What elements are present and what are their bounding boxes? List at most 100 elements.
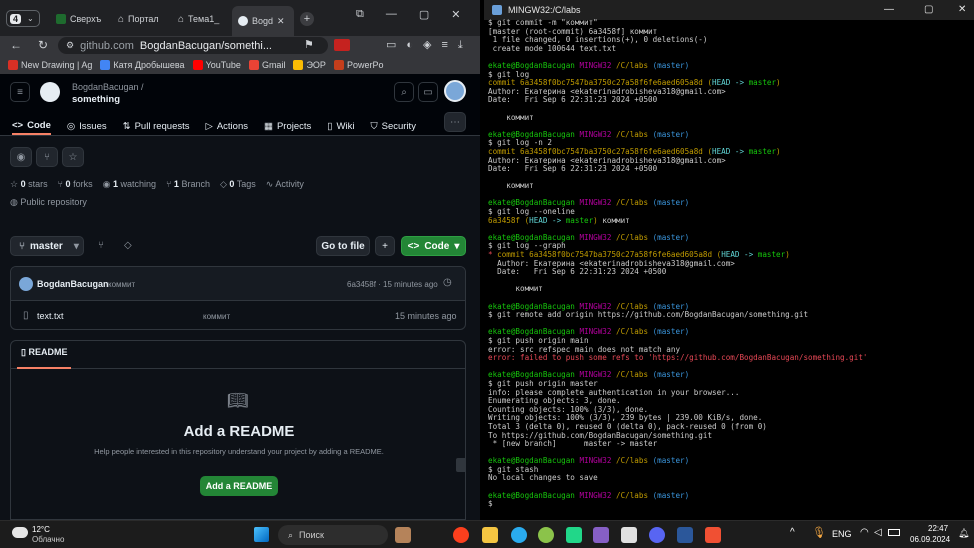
tab-issues[interactable]: ◎ Issues xyxy=(67,117,107,135)
tab-actions[interactable]: ▷ Actions xyxy=(206,117,248,135)
terminal-output[interactable]: $ git commit -m "коммит" [master (root-co… xyxy=(488,18,970,509)
star-button[interactable]: ☆ xyxy=(62,147,84,167)
tab-projects[interactable]: ▦ Projects xyxy=(264,117,311,135)
discord-icon[interactable] xyxy=(649,527,665,543)
volume-icon[interactable]: ◁ xyxy=(874,527,882,538)
fork-button[interactable]: ⑂ xyxy=(36,147,58,167)
table-row[interactable]: ▯ text.txt коммит 15 minutes ago xyxy=(11,301,465,329)
tab-4-active[interactable]: Bogd ✕ xyxy=(232,6,294,36)
site-info-icon[interactable]: ⚙ xyxy=(66,40,74,51)
clock-date[interactable]: 06.09.2024 xyxy=(910,535,950,544)
file-explorer-icon[interactable] xyxy=(482,527,498,543)
minimize-icon[interactable]: — xyxy=(386,8,397,21)
bookmark-new-drawing[interactable]: New Drawing | Ag xyxy=(8,60,92,70)
weather-desc[interactable]: Облачно xyxy=(32,535,64,544)
notification-icon[interactable]: 🔔︎ xyxy=(958,528,969,539)
maximize-icon[interactable]: ▢ xyxy=(924,4,933,15)
file-commit-message[interactable]: коммит xyxy=(203,312,230,321)
code-icon: <> xyxy=(12,119,24,131)
translate-icon[interactable] xyxy=(334,39,350,51)
pin-icon[interactable]: ⧉ xyxy=(356,8,364,21)
tags-icon[interactable]: ◇ xyxy=(124,240,132,251)
word-icon[interactable] xyxy=(677,527,693,543)
forks-stat[interactable]: ⑂ 0 forks xyxy=(58,179,93,190)
tags-stat[interactable]: ◇ 0 Tags xyxy=(220,179,256,190)
watching-stat[interactable]: ◉ 1 watching xyxy=(103,179,156,190)
yandex-icon[interactable] xyxy=(453,527,469,543)
bookmark-gmail[interactable]: Gmail xyxy=(248,60,285,70)
tray-chevron-icon[interactable]: ^ xyxy=(790,527,795,538)
readme-box: ▯ README 📖︎ Add a README Help people int… xyxy=(10,340,466,520)
visual-studio-icon[interactable] xyxy=(593,527,609,543)
add-readme-button[interactable]: Add a README xyxy=(200,476,278,496)
bookmark-youtube[interactable]: YouTube xyxy=(192,60,241,70)
search-box[interactable]: ⌕ Поиск xyxy=(278,525,388,545)
branch-stat[interactable]: ⑂ 1 Branch xyxy=(166,179,210,190)
maximize-icon[interactable]: ▢ xyxy=(419,8,429,21)
weather-icon[interactable] xyxy=(12,527,28,538)
terminal-line: коммит xyxy=(488,285,970,294)
reload-icon[interactable]: ↻ xyxy=(38,38,48,52)
repo-owner[interactable]: BogdanBacugan / xyxy=(72,82,144,92)
roblox-icon[interactable] xyxy=(621,527,637,543)
battery-icon[interactable] xyxy=(888,529,900,536)
clock-time[interactable]: 22:47 xyxy=(928,524,948,533)
commit-hash-time[interactable]: 6a3458f · 15 minutes ago xyxy=(347,280,438,289)
bookmark-powerpoint[interactable]: PowerPo xyxy=(333,60,383,70)
bookmark-icon[interactable]: ⚑ xyxy=(304,38,314,51)
goto-file-button[interactable]: Go to file xyxy=(316,236,370,256)
microphone-icon[interactable]: 🎙︎ xyxy=(812,526,826,539)
extension-icons[interactable]: ▭◐◈≡⤓ xyxy=(386,38,473,52)
start-icon[interactable] xyxy=(254,527,269,542)
file-name[interactable]: text.txt xyxy=(37,311,64,321)
address-bar[interactable]: ⚙ github.com BogdanBacugan/somethi... xyxy=(58,37,328,54)
terminal-window[interactable]: MINGW32:/C/labs — ▢ ✕ $ git commit -m "к… xyxy=(484,0,974,520)
back-icon[interactable]: ← xyxy=(10,38,22,52)
add-file-button[interactable]: + xyxy=(375,236,395,256)
search-button[interactable]: ⌕ xyxy=(394,82,414,102)
new-tab-button[interactable]: + xyxy=(300,12,314,26)
minimize-icon[interactable]: — xyxy=(884,4,894,15)
terminal-text: (master) xyxy=(652,129,690,139)
stars-stat[interactable]: ☆ 0 stars xyxy=(10,179,48,190)
inbox-button[interactable]: ▭ xyxy=(418,82,438,102)
tab-counter[interactable]: 4 ⌄ xyxy=(6,10,40,27)
bookmark-katya[interactable]: Катя Дробышева xyxy=(100,60,185,70)
tab-1[interactable]: Сверхъ xyxy=(56,8,108,30)
branches-icon[interactable]: ⑂ xyxy=(98,240,104,251)
tab-3[interactable]: ⌂ Тема1_ xyxy=(178,8,228,30)
weather-temp[interactable]: 12°C xyxy=(32,525,50,534)
tab-wiki[interactable]: ▯ Wiki xyxy=(327,117,354,135)
watch-button[interactable]: ◉ xyxy=(10,147,32,167)
history-icon[interactable]: ◷ xyxy=(443,277,452,288)
resize-icon[interactable] xyxy=(456,458,465,472)
pycharm-icon[interactable] xyxy=(566,527,582,543)
close-window-icon[interactable]: ✕ xyxy=(451,8,460,21)
telegram-icon[interactable] xyxy=(511,527,527,543)
avatar[interactable] xyxy=(444,80,466,102)
more-nav-button[interactable]: ⋯ xyxy=(444,112,466,132)
wifi-icon[interactable]: ◠ xyxy=(860,527,869,538)
language-indicator[interactable]: ENG xyxy=(832,529,852,539)
tab-2[interactable]: ⌂ Портал xyxy=(118,8,168,30)
activity-link[interactable]: ∿ Activity xyxy=(266,179,304,190)
tab-readme[interactable]: ▯ README xyxy=(17,347,72,369)
git-bash-icon[interactable] xyxy=(705,527,721,543)
code-button[interactable]: <> Code ▾ xyxy=(401,236,466,256)
close-icon[interactable]: ✕ xyxy=(958,4,966,15)
app-icon[interactable] xyxy=(538,527,554,543)
commit-message[interactable]: коммит xyxy=(108,280,135,289)
tab-count: 4 xyxy=(10,13,22,24)
tab-code[interactable]: <> Code xyxy=(12,117,51,135)
github-logo-icon[interactable] xyxy=(40,82,60,102)
bookmark-eor[interactable]: ЭОР xyxy=(293,60,326,70)
terminal-title: MINGW32:/C/labs xyxy=(508,4,581,15)
close-icon[interactable]: ✕ xyxy=(277,16,285,27)
commit-author[interactable]: BogdanBacugan xyxy=(37,279,109,289)
tab-security[interactable]: ⛉ Security xyxy=(370,117,415,135)
repo-name[interactable]: something xyxy=(72,94,120,105)
tab-pull-requests[interactable]: ⇅ Pull requests xyxy=(123,117,190,135)
menu-button[interactable]: ≡ xyxy=(10,82,30,102)
taskbar-app-icon[interactable] xyxy=(395,527,411,543)
branch-select[interactable]: ⑂ master ▾ xyxy=(10,236,84,256)
